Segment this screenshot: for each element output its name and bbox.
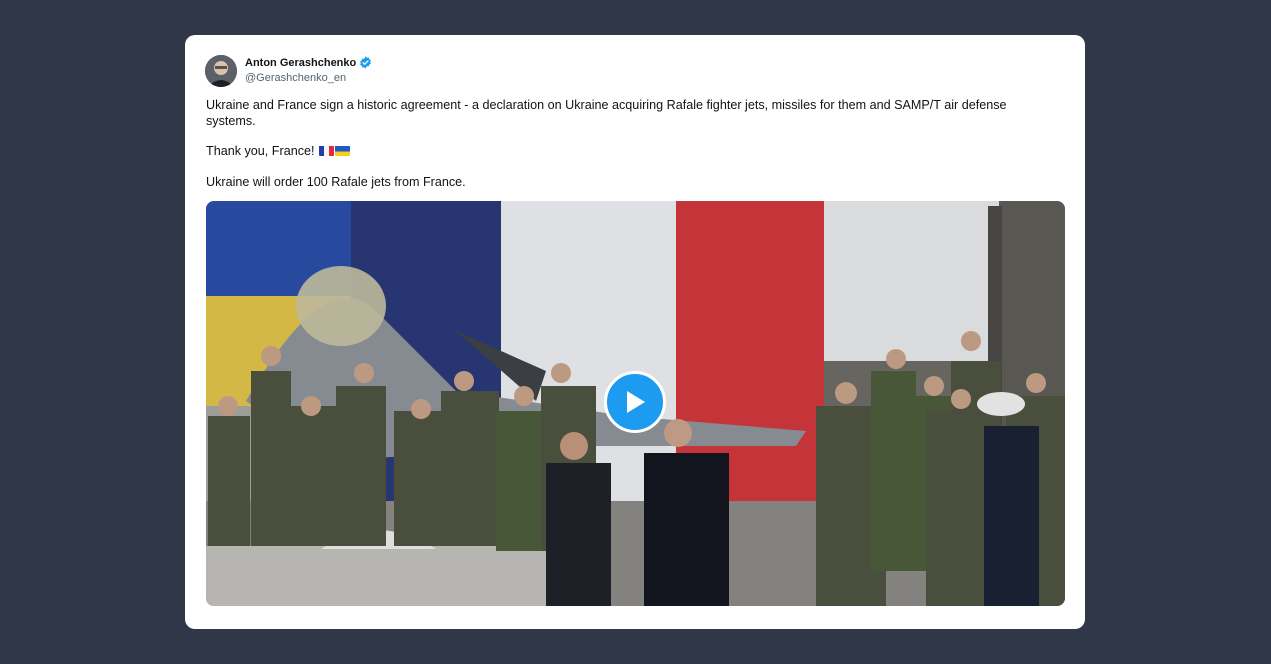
author-handle[interactable]: @Gerashchenko_en [245, 72, 346, 84]
thank-you-text: Thank you, France! [206, 144, 315, 158]
play-button[interactable] [604, 371, 666, 433]
author-name[interactable]: Anton Gerashchenko [245, 57, 356, 69]
author-row: Anton Gerashchenko [245, 56, 372, 69]
video-player[interactable] [206, 201, 1065, 606]
tweet-text-line3: Ukraine will order 100 Rafale jets from … [206, 175, 466, 189]
ukraine-flag-icon [335, 145, 350, 156]
play-icon [627, 391, 645, 413]
verified-badge-icon [359, 56, 372, 69]
tweet-text-line1: Ukraine and France sign a historic agree… [206, 98, 1007, 128]
france-flag-icon [319, 145, 334, 156]
avatar[interactable] [205, 55, 237, 87]
tweet-card: Anton Gerashchenko @Gerashchenko_en Ukra… [185, 35, 1085, 629]
tweet-text-line2: Thank you, France! [206, 143, 1046, 159]
